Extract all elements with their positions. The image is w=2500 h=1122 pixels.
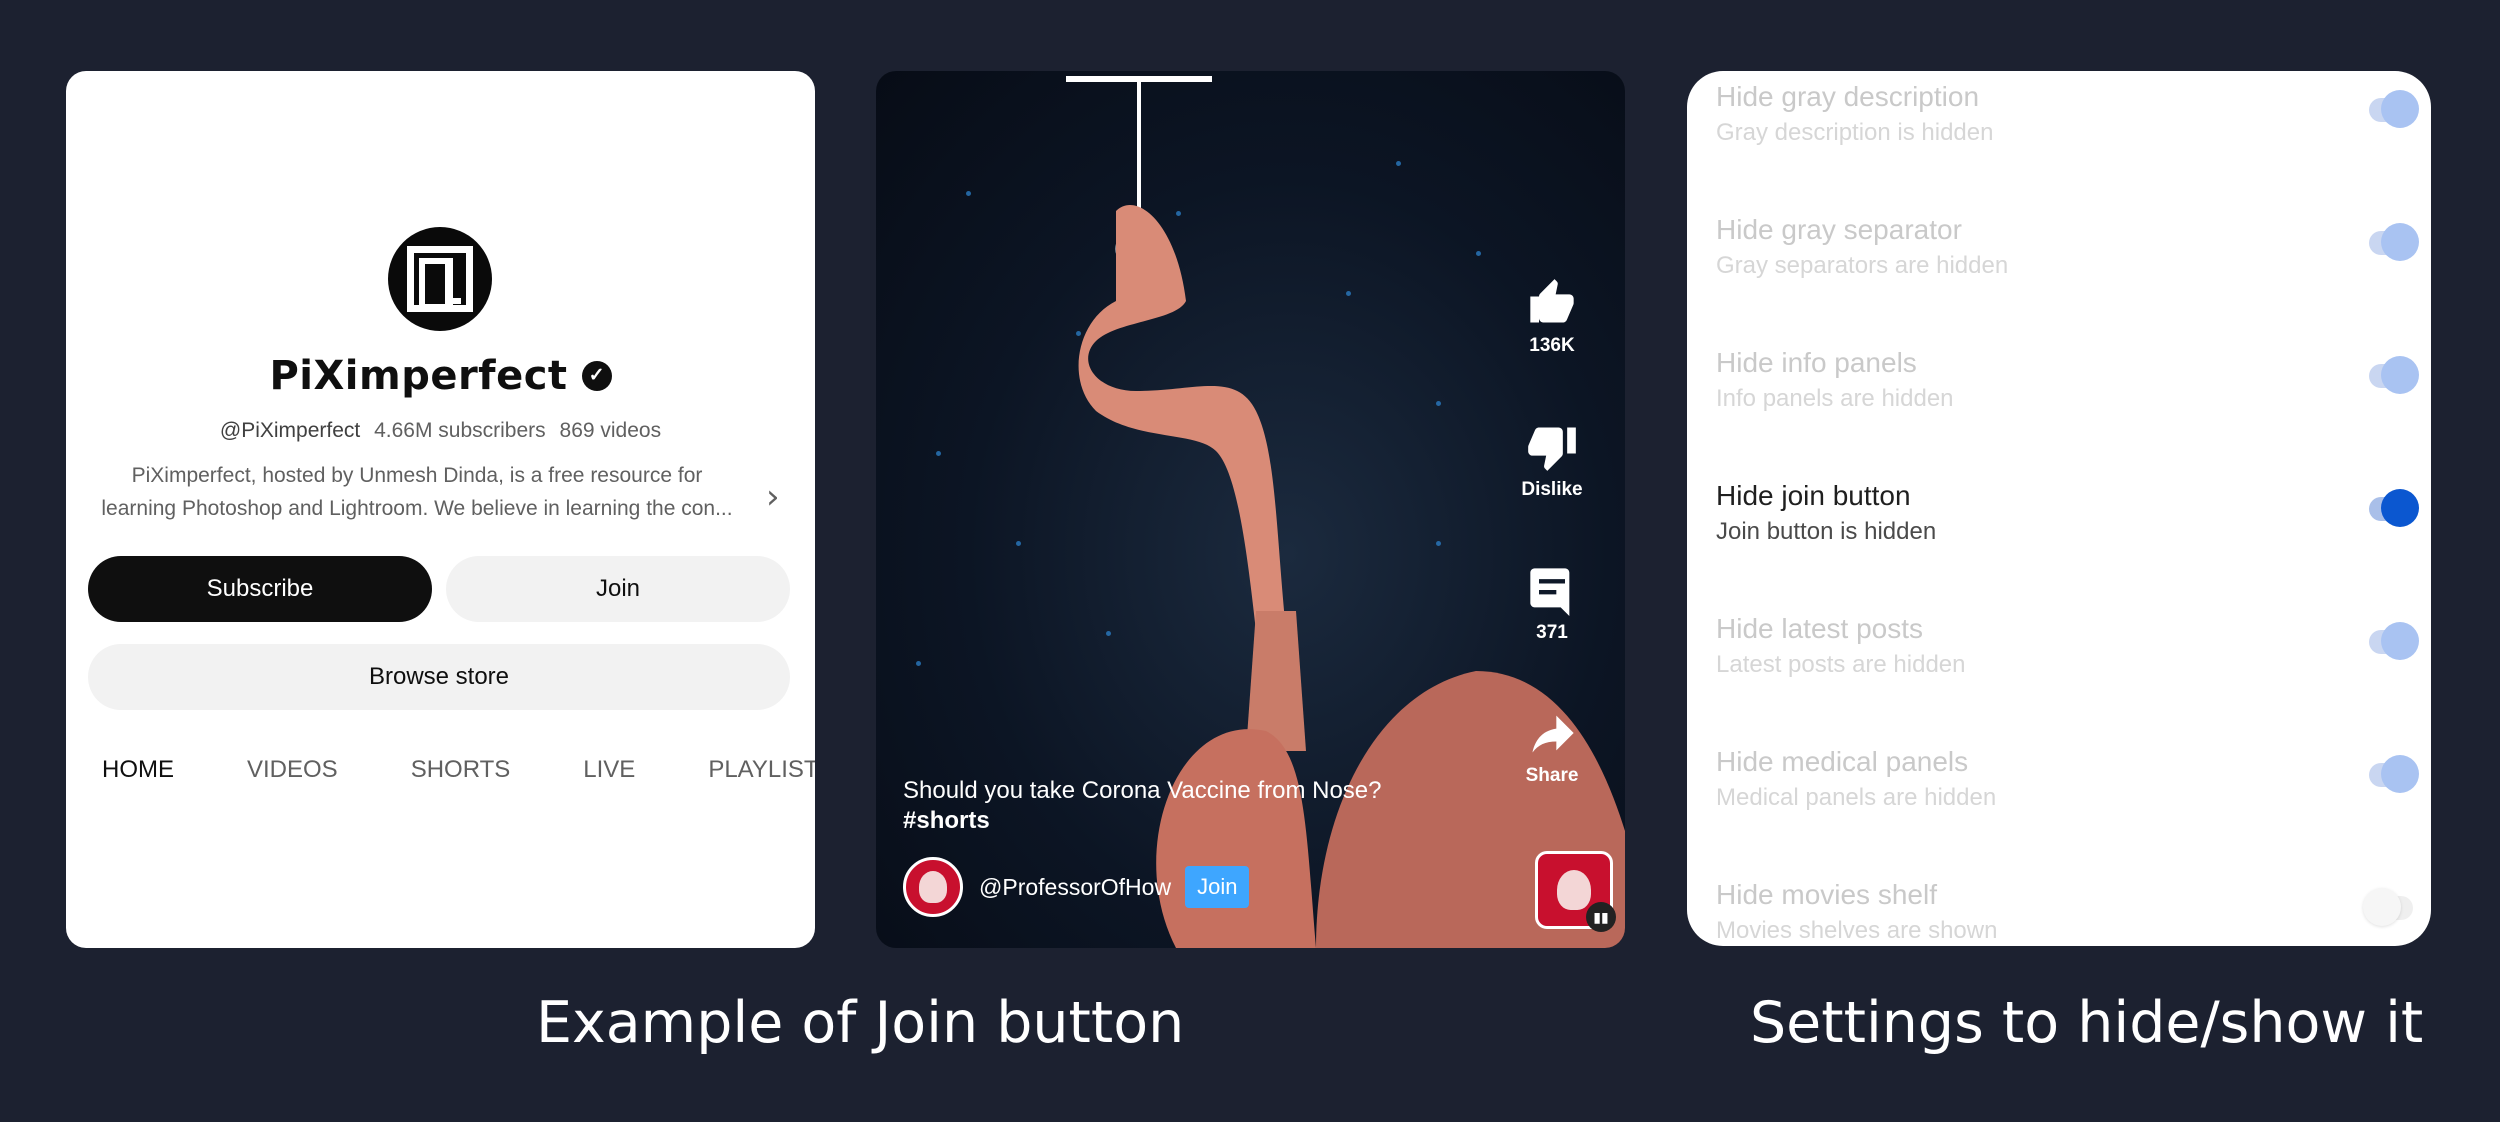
sound-thumbnail[interactable]: ▮▮ xyxy=(1535,851,1616,932)
toggle-switch[interactable] xyxy=(2369,356,2419,394)
toggle-switch[interactable] xyxy=(2363,888,2413,926)
setting-subtitle: Medical panels are hidden xyxy=(1716,784,1997,811)
toggle-knob xyxy=(2381,356,2419,394)
setting-hide-medical-panels[interactable]: Hide medical panels Medical panels are h… xyxy=(1716,736,2431,869)
like-count: 136K xyxy=(1529,335,1575,356)
video-count: 869 videos xyxy=(559,419,662,442)
toggle-knob xyxy=(2363,888,2401,926)
caption-join-example: Example of Join button xyxy=(536,990,1185,1056)
setting-subtitle: Info panels are hidden xyxy=(1716,385,1954,412)
settings-panel: Hide gray description Gray description i… xyxy=(1687,71,2431,946)
toggle-switch[interactable] xyxy=(2369,90,2419,128)
share-button[interactable]: Share xyxy=(1502,707,1602,787)
setting-subtitle: Gray description is hidden xyxy=(1716,119,1994,146)
setting-subtitle: Join button is hidden xyxy=(1716,518,1937,545)
toggle-knob xyxy=(2381,622,2419,660)
channel-title: PiXimperfect xyxy=(269,353,568,399)
setting-hide-join-button[interactable]: Hide join button Join button is hidden xyxy=(1716,470,2431,603)
setting-subtitle: Movies shelves are shown xyxy=(1716,917,1998,944)
dislike-button[interactable]: Dislike xyxy=(1502,421,1602,501)
subscriber-count: 4.66M subscribers xyxy=(374,419,546,442)
toggle-switch[interactable] xyxy=(2369,622,2419,660)
join-button[interactable]: Join xyxy=(446,556,790,622)
channel-handle[interactable]: @ProfessorOfHow xyxy=(979,874,1171,901)
setting-subtitle: Gray separators are hidden xyxy=(1716,252,2009,279)
verified-badge-icon: ✓ xyxy=(581,361,612,391)
setting-hide-latest-posts[interactable]: Hide latest posts Latest posts are hidde… xyxy=(1716,603,2431,736)
hashtag-link[interactable]: #shorts xyxy=(903,806,1382,836)
channel-logo-icon xyxy=(407,246,473,312)
channel-avatar[interactable] xyxy=(903,857,963,917)
channel-description[interactable]: PiXimperfect, hosted by Unmesh Dinda, is… xyxy=(88,459,746,525)
channel-avatar[interactable] xyxy=(388,227,492,331)
caption-text: Should you take Corona Vaccine from Nose… xyxy=(903,777,1382,804)
toggle-knob xyxy=(2381,755,2419,793)
description-line: learning Photoshop and Lightroom. We bel… xyxy=(101,497,733,520)
share-label: Share xyxy=(1525,765,1579,786)
thumbs-down-icon xyxy=(1528,427,1576,471)
setting-subtitle: Latest posts are hidden xyxy=(1716,651,1966,678)
comments-button[interactable]: 371 xyxy=(1502,564,1602,644)
avatar-figure-icon xyxy=(919,871,947,903)
join-button[interactable]: Join xyxy=(1185,866,1250,908)
toggle-switch[interactable] xyxy=(2369,755,2419,793)
like-button[interactable]: 136K xyxy=(1502,277,1602,357)
setting-title: Hide medical panels xyxy=(1716,746,1969,777)
video-caption: Should you take Corona Vaccine from Nose… xyxy=(903,776,1382,836)
comment-icon xyxy=(1530,568,1570,616)
dislike-label: Dislike xyxy=(1521,479,1583,500)
setting-title: Hide info panels xyxy=(1716,347,1917,378)
tab-live[interactable]: LIVE xyxy=(583,756,635,784)
setting-hide-info-panels[interactable]: Hide info panels Info panels are hidden xyxy=(1716,337,2431,470)
setting-title: Hide latest posts xyxy=(1716,613,1923,644)
avatar-figure-icon xyxy=(1557,870,1591,910)
toggle-knob xyxy=(2381,489,2419,527)
setting-hide-movies-shelf[interactable]: Hide movies shelf Movies shelves are sho… xyxy=(1716,869,2431,946)
caption-settings: Settings to hide/show it xyxy=(1750,990,2424,1056)
shorts-player-panel[interactable]: 136K Dislike 371 Share Should you take C… xyxy=(876,71,1625,948)
setting-title: Hide movies shelf xyxy=(1716,879,1937,910)
channel-tabs: HOME VIDEOS SHORTS LIVE PLAYLISTS xyxy=(102,756,815,784)
channel-handle: @PiXimperfect xyxy=(219,419,361,442)
tab-playlists[interactable]: PLAYLISTS xyxy=(708,756,815,784)
subscribe-button[interactable]: Subscribe xyxy=(88,556,432,622)
toggle-switch[interactable] xyxy=(2369,223,2419,261)
setting-title: Hide join button xyxy=(1716,480,1911,511)
thumbs-up-icon xyxy=(1530,279,1574,323)
music-playing-icon: ▮▮ xyxy=(1586,902,1616,932)
setting-hide-gray-description[interactable]: Hide gray description Gray description i… xyxy=(1716,71,2431,204)
channel-page-panel: PiXimperfect ✓ @PiXimperfect 4.66M subsc… xyxy=(66,71,815,948)
channel-title-row: PiXimperfect ✓ xyxy=(66,353,815,399)
description-line: PiXimperfect, hosted by Unmesh Dinda, is… xyxy=(131,464,703,487)
setting-title: Hide gray description xyxy=(1716,81,1980,112)
tab-home[interactable]: HOME xyxy=(102,756,174,784)
setting-hide-gray-separator[interactable]: Hide gray separator Gray separators are … xyxy=(1716,204,2431,337)
browse-store-button[interactable]: Browse store xyxy=(88,644,790,710)
toggle-switch[interactable] xyxy=(2369,489,2419,527)
toggle-knob xyxy=(2381,90,2419,128)
setting-title: Hide gray separator xyxy=(1716,214,1962,245)
comment-count: 371 xyxy=(1536,622,1568,643)
tab-videos[interactable]: VIDEOS xyxy=(247,756,338,784)
shorts-channel-row: @ProfessorOfHow Join xyxy=(903,857,1250,917)
toggle-knob xyxy=(2381,223,2419,261)
channel-meta: @PiXimperfect 4.66M subscribers 869 vide… xyxy=(66,419,815,443)
tab-shorts[interactable]: SHORTS xyxy=(411,756,511,784)
chevron-right-icon[interactable]: › xyxy=(766,477,780,517)
share-arrow-icon xyxy=(1532,715,1574,753)
